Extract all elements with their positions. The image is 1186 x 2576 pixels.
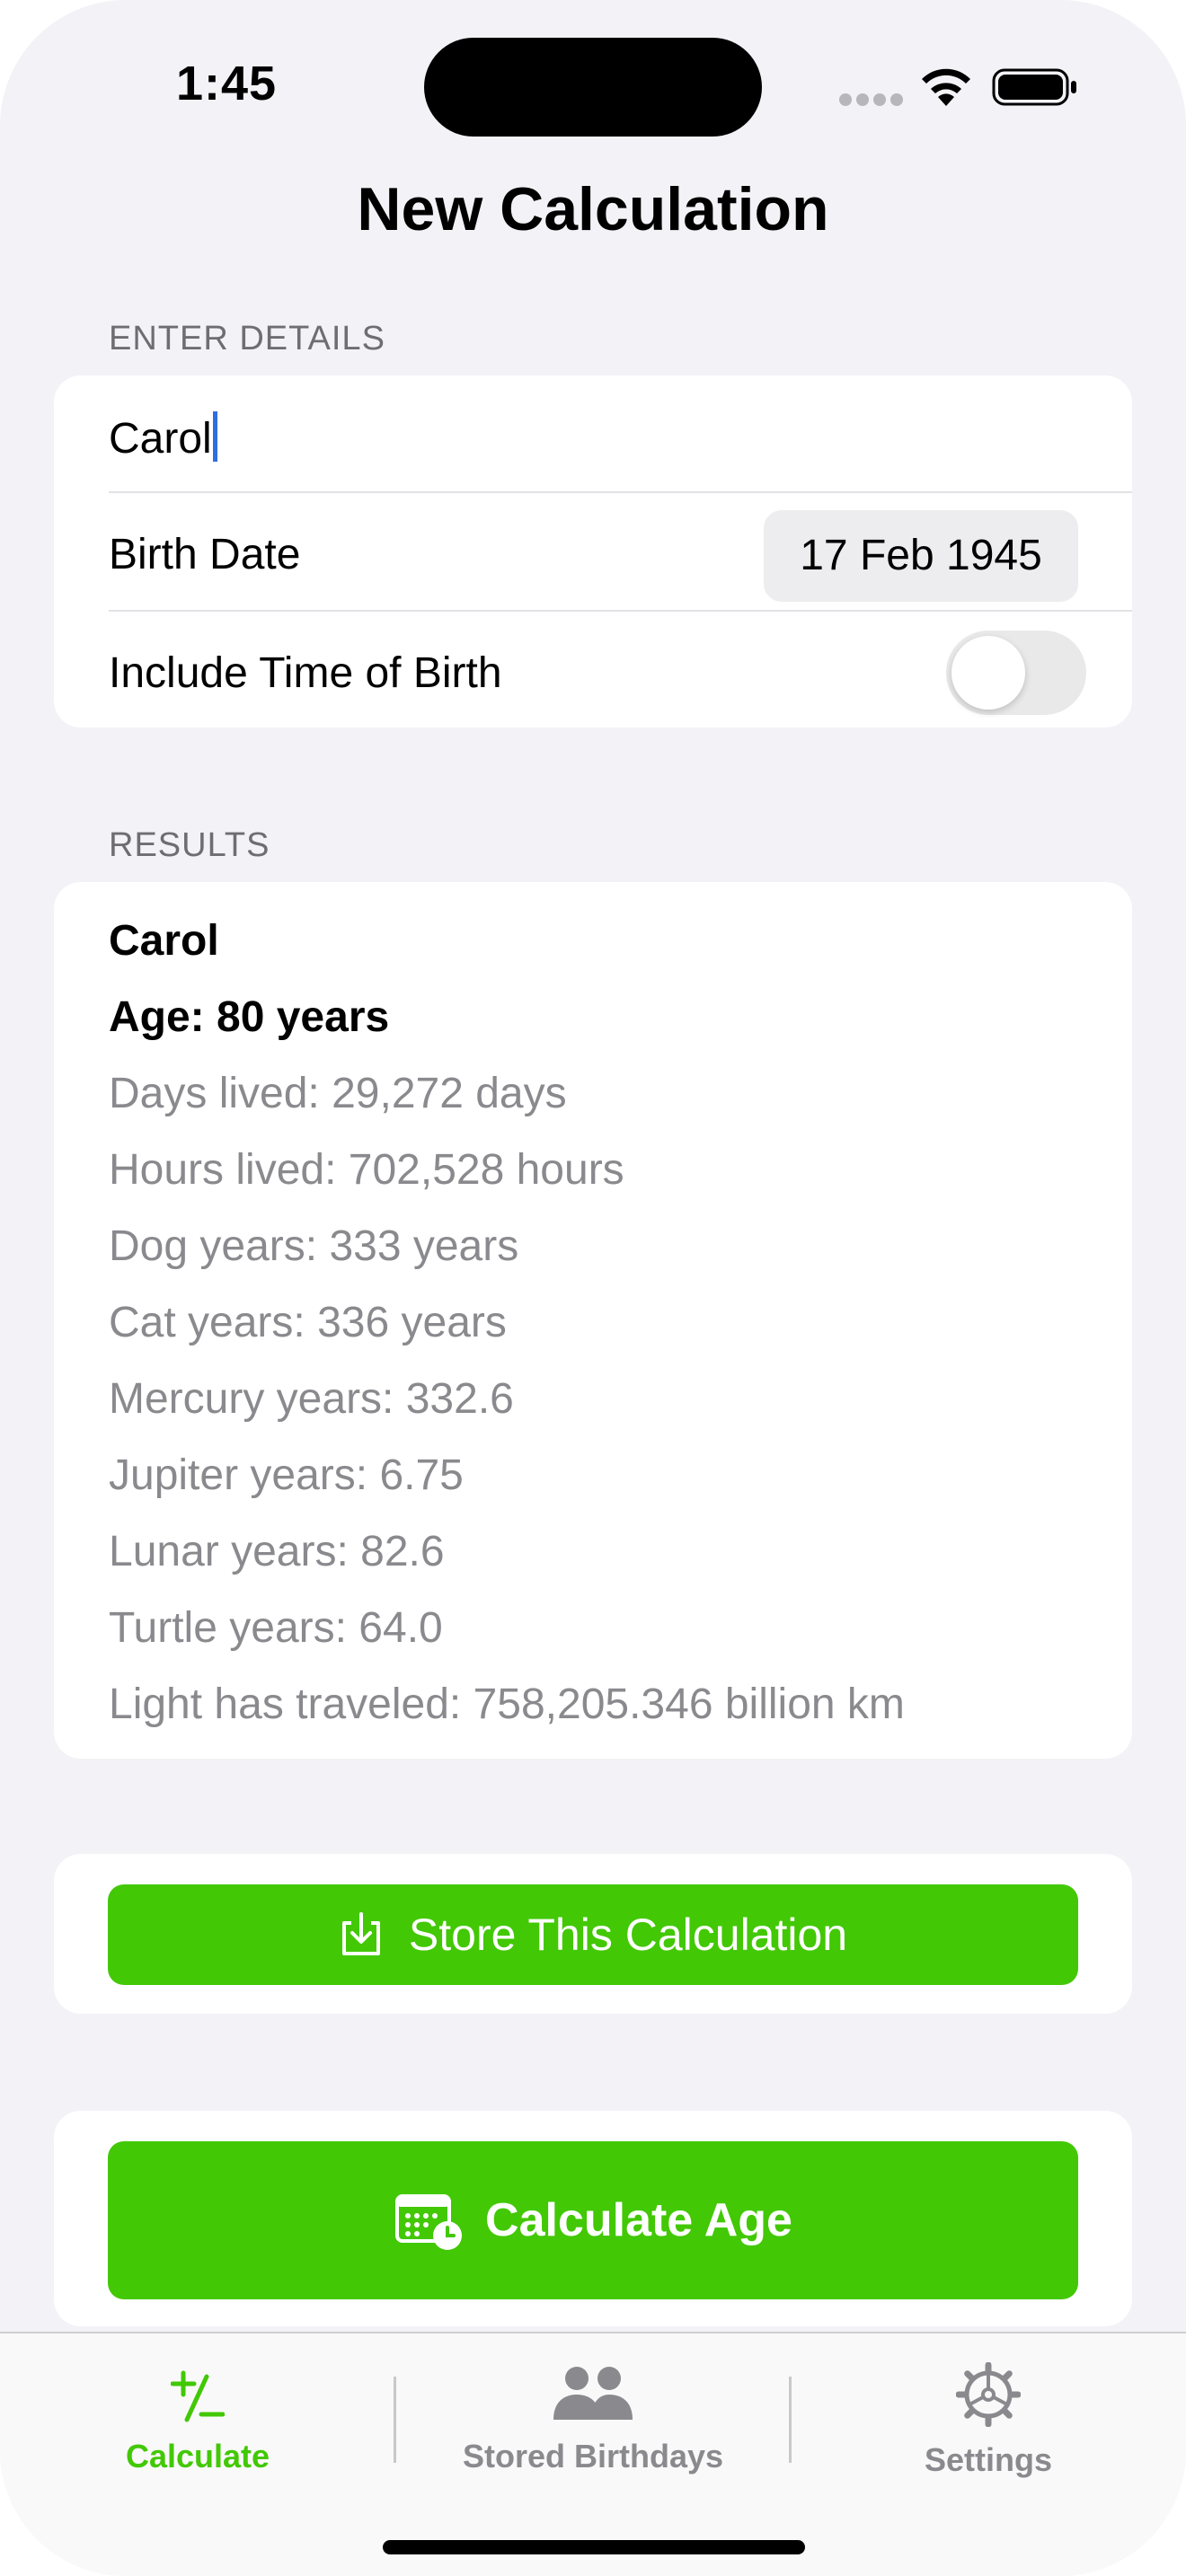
result-lunar-years: Lunar years: 82.6 — [109, 1528, 445, 1575]
toggle-knob — [951, 636, 1025, 710]
name-text: Carol — [109, 415, 212, 463]
tab-stored-birthdays[interactable]: Stored Birthdays — [395, 2333, 791, 2513]
enter-details-header: ENTER DETAILS — [109, 320, 385, 357]
calculate-age-button[interactable]: Calculate Age — [108, 2141, 1078, 2299]
result-age: Age: 80 years — [109, 993, 390, 1041]
gear-icon — [956, 2362, 1021, 2427]
divider — [109, 610, 1132, 612]
store-calculation-button[interactable]: Store This Calculation — [108, 1884, 1078, 1985]
dynamic-island — [424, 38, 762, 137]
birth-date-label: Birth Date — [109, 531, 301, 578]
birth-date-picker[interactable]: 17 Feb 1945 — [764, 510, 1078, 602]
result-dog-years: Dog years: 333 years — [109, 1222, 519, 1270]
result-days-lived: Days lived: 29,272 days — [109, 1070, 567, 1117]
include-time-toggle[interactable] — [946, 631, 1086, 715]
tab-settings-label: Settings — [924, 2441, 1052, 2478]
page-title: New Calculation — [357, 175, 829, 243]
status-time: 1:45 — [176, 57, 278, 110]
tab-calculate[interactable]: Calculate — [0, 2333, 395, 2513]
result-light-traveled: Light has traveled: 758,205.346 billion … — [109, 1681, 905, 1728]
calendar-clock-icon — [395, 2194, 463, 2250]
result-turtle-years: Turtle years: 64.0 — [109, 1604, 443, 1652]
battery-icon — [992, 68, 1076, 106]
people-icon — [553, 2367, 633, 2420]
home-indicator — [383, 2540, 805, 2554]
result-cat-years: Cat years: 336 years — [109, 1299, 507, 1346]
wifi-icon — [922, 68, 970, 106]
results-card: Carol Age: 80 years Days lived: 29,272 d… — [54, 882, 1132, 1759]
result-jupiter-years: Jupiter years: 6.75 — [109, 1451, 464, 1499]
text-cursor — [212, 411, 217, 462]
result-hours-lived: Hours lived: 702,528 hours — [109, 1146, 624, 1194]
result-name: Carol — [109, 917, 219, 965]
name-field[interactable]: Carol — [54, 375, 1132, 494]
store-card: Store This Calculation — [54, 1854, 1132, 2014]
cellular-signal-icon — [839, 93, 903, 106]
phone-screen: 1:45 New Calculation ENTER DETAILS Carol… — [0, 0, 1186, 2576]
details-card: Carol Birth Date 17 Feb 1945 Include Tim… — [54, 375, 1132, 728]
tab-stored-birthdays-label: Stored Birthdays — [462, 2438, 724, 2475]
name-input-value[interactable]: Carol — [109, 411, 217, 463]
include-time-row: Include Time of Birth — [54, 613, 1132, 731]
birth-date-row: Birth Date 17 Feb 1945 — [54, 494, 1132, 613]
tab-calculate-label: Calculate — [125, 2438, 270, 2475]
results-header: RESULTS — [109, 826, 270, 864]
save-tray-icon — [341, 1912, 380, 1955]
plus-minus-icon — [171, 2370, 225, 2422]
divider — [109, 491, 1132, 493]
store-button-label: Store This Calculation — [408, 1910, 848, 1960]
result-mercury-years: Mercury years: 332.6 — [109, 1375, 514, 1423]
calculate-card: Calculate Age — [54, 2111, 1132, 2326]
calculate-button-label: Calculate Age — [485, 2194, 792, 2246]
include-time-label: Include Time of Birth — [109, 649, 502, 697]
tab-settings[interactable]: Settings — [791, 2333, 1186, 2513]
